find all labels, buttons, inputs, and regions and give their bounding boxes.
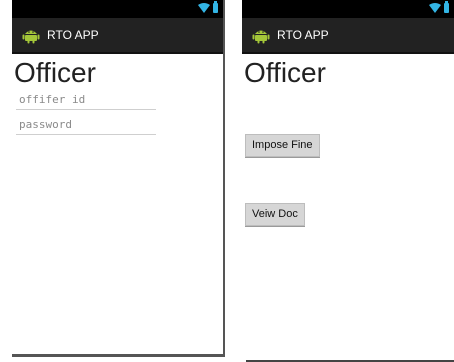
status-bar <box>12 0 223 18</box>
status-bar <box>242 0 454 18</box>
app-title: RTO APP <box>277 28 329 42</box>
action-bar: RTO APP <box>12 18 223 54</box>
menu-screen: RTO APP Officer Impose Fine Veiw Doc <box>242 0 454 362</box>
status-icons <box>429 1 449 13</box>
wifi-icon <box>429 3 441 13</box>
action-bar: RTO APP <box>242 18 454 54</box>
view-doc-button[interactable]: Veiw Doc <box>245 203 305 226</box>
android-icon <box>22 30 40 44</box>
android-icon <box>252 30 270 44</box>
page-title: Officer <box>14 57 96 88</box>
battery-icon <box>444 1 449 13</box>
password-field[interactable] <box>16 115 156 135</box>
app-title: RTO APP <box>47 28 99 42</box>
officer-id-field[interactable] <box>16 90 156 110</box>
impose-fine-button[interactable]: Impose Fine <box>245 134 320 157</box>
login-screen: RTO APP Officer <box>12 0 225 357</box>
status-icons <box>198 1 218 13</box>
page-title: Officer <box>244 57 326 88</box>
stage: RTO APP Officer offifer id RTO APP Offic… <box>0 0 454 362</box>
wifi-icon <box>198 3 210 13</box>
battery-icon <box>213 1 218 13</box>
